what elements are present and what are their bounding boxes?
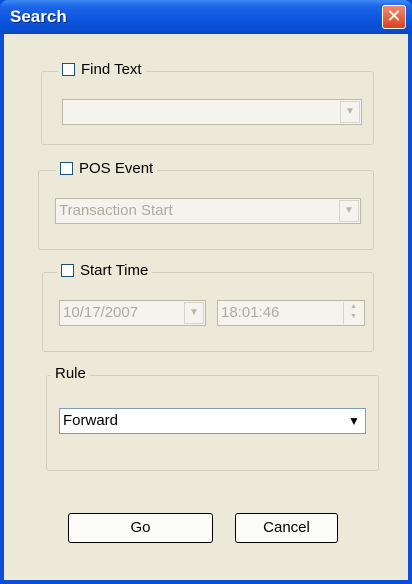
close-button[interactable]: ✕ (382, 5, 406, 29)
dialog-title: Search (10, 7, 67, 26)
rule-group: Rule Forward ▼ (46, 365, 379, 471)
find-text-label: Find Text (81, 61, 142, 78)
go-button[interactable]: Go (68, 513, 213, 543)
pos-event-legend: POS Event (56, 160, 158, 177)
find-text-checkbox[interactable] (62, 63, 75, 76)
find-text-legend: Find Text (58, 61, 146, 78)
pos-event-combo: Transaction Start ▼ (55, 198, 361, 224)
start-time-group: Start Time 10/17/2007 ▼ 18:01:46 ▲ ▼ (42, 262, 374, 352)
pos-event-group: POS Event Transaction Start ▼ (38, 160, 374, 250)
chevron-down-icon: ▼ (344, 410, 364, 432)
cancel-button[interactable]: Cancel (235, 513, 338, 543)
start-date-value: 10/17/2007 (63, 304, 139, 321)
rule-select[interactable]: Forward ▼ (59, 408, 366, 434)
close-icon: ✕ (386, 6, 402, 26)
start-time-label: Start Time (80, 262, 149, 279)
dialog-body: Find Text ▼ POS Event Transaction Start … (4, 34, 408, 580)
find-text-group: Find Text ▼ (41, 61, 374, 145)
chevron-down-icon: ▼ (184, 302, 204, 324)
start-time-legend: Start Time (57, 262, 153, 279)
start-time-value: 18:01:46 (221, 304, 280, 321)
find-text-combo: ▼ (62, 99, 362, 125)
rule-legend: Rule (51, 365, 90, 382)
search-dialog: Search ✕ Find Text ▼ POS Event Transacti… (0, 0, 412, 584)
start-time-field: 18:01:46 ▲ ▼ (217, 300, 365, 326)
spinner-icon: ▲ ▼ (343, 302, 363, 324)
start-date-picker: 10/17/2007 ▼ (59, 300, 206, 326)
pos-event-value: Transaction Start (59, 202, 173, 219)
chevron-down-icon: ▼ (339, 200, 359, 222)
pos-event-checkbox[interactable] (60, 162, 73, 175)
title-bar[interactable]: Search ✕ (0, 0, 412, 34)
rule-label: Rule (55, 365, 86, 382)
start-time-checkbox[interactable] (61, 264, 74, 277)
rule-value: Forward (63, 412, 119, 429)
chevron-down-icon: ▼ (340, 101, 360, 123)
pos-event-label: POS Event (79, 160, 154, 177)
